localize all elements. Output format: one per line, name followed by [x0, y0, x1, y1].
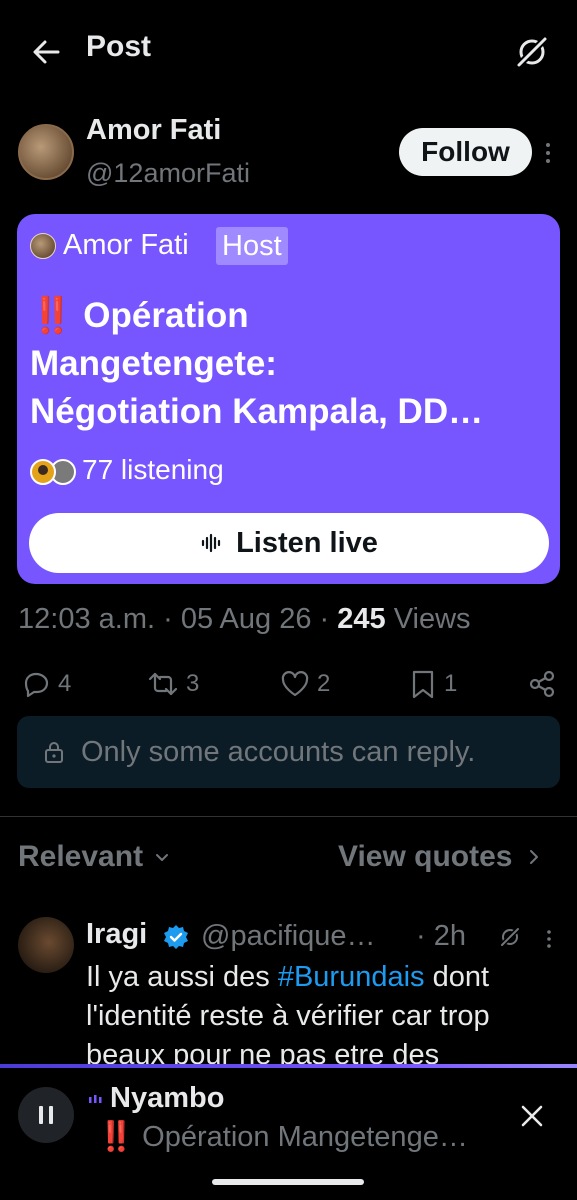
more-options-icon[interactable]	[544, 928, 554, 950]
like-count: 2	[317, 670, 331, 697]
separator: ·	[163, 603, 173, 635]
bookmark-button[interactable]: 1	[408, 666, 457, 702]
sort-relevant-dropdown[interactable]: Relevant	[18, 840, 171, 874]
reply-restriction-text: Only some accounts can reply.	[81, 735, 476, 768]
player-title: ‼️ Opération Mangetenge…	[98, 1121, 468, 1153]
listen-live-button[interactable]: Listen live	[29, 513, 549, 573]
arrow-left-icon[interactable]	[28, 34, 64, 70]
listener-avatars	[29, 458, 77, 486]
player-host: Nyambo	[88, 1082, 224, 1115]
audio-bars-icon	[88, 1092, 104, 1106]
view-quotes-label: View quotes	[338, 840, 513, 873]
pause-button[interactable]	[18, 1087, 74, 1143]
lock-icon	[43, 740, 65, 764]
player-progress-bar	[0, 1064, 577, 1068]
divider	[0, 816, 577, 817]
like-button[interactable]: 2	[279, 666, 330, 702]
post-meta: 12:03 a.m. · 05 Aug 26 · 245 Views	[18, 603, 471, 636]
hashtag-link[interactable]: #Burundais	[278, 961, 425, 993]
bookmark-icon	[408, 668, 438, 700]
chevron-down-icon	[153, 848, 171, 866]
chevron-right-icon	[527, 847, 541, 867]
host-name: Amor Fati	[63, 229, 189, 261]
verified-badge-icon	[162, 923, 190, 951]
views-label: Views	[393, 603, 471, 635]
more-options-icon[interactable]	[540, 140, 556, 166]
reply-time: · 2h	[416, 920, 466, 952]
share-icon	[526, 668, 558, 700]
reply-button[interactable]: 4	[20, 666, 71, 702]
author-handle[interactable]: @12amorFati	[86, 158, 250, 189]
bookmark-count: 1	[444, 670, 458, 697]
sort-relevant-label: Relevant	[18, 840, 144, 873]
heart-icon	[279, 668, 311, 700]
reply-count: 4	[58, 670, 72, 697]
listen-live-label: Listen live	[236, 526, 378, 559]
grok-icon[interactable]	[512, 32, 552, 72]
player-host-name: Nyambo	[110, 1082, 225, 1114]
repost-count: 3	[186, 670, 200, 697]
audio-wave-icon	[200, 531, 224, 555]
follow-button[interactable]: Follow	[399, 128, 532, 176]
pause-icon	[35, 1103, 57, 1127]
reply-text-part: Il ya aussi des	[86, 961, 278, 993]
reply-icon	[20, 668, 52, 700]
reply-author-name[interactable]: Iragi	[86, 918, 147, 951]
host-avatar	[30, 233, 56, 259]
grok-icon[interactable]	[497, 924, 523, 950]
share-button[interactable]	[526, 666, 558, 702]
host-badge: Host	[216, 227, 288, 265]
reply-author-handle[interactable]: @pacifique…	[201, 920, 376, 953]
reply-restriction-banner: Only some accounts can reply.	[17, 716, 560, 788]
post-date: 05 Aug 26	[180, 603, 312, 635]
reply-text: Il ya aussi des #Burundais dont l'identi…	[86, 958, 566, 1064]
author-name[interactable]: Amor Fati	[86, 114, 221, 147]
reply-avatar[interactable]	[18, 917, 74, 973]
post-time: 12:03 a.m.	[18, 603, 156, 635]
home-indicator[interactable]	[212, 1179, 364, 1185]
listening-count: 77 listening	[82, 454, 224, 485]
close-icon[interactable]	[518, 1102, 546, 1130]
separator: ·	[319, 603, 330, 635]
view-quotes-link[interactable]: View quotes	[338, 840, 541, 874]
repost-button[interactable]: 3	[146, 666, 199, 702]
space-title-line: Mangetengete:	[30, 344, 277, 383]
space-title-line: Négotiation Kampala, DD…	[30, 392, 484, 431]
author-avatar[interactable]	[18, 124, 74, 180]
space-title-line: ‼️ Opération	[30, 296, 249, 335]
views-count[interactable]: 245	[337, 603, 385, 635]
page-title: Post	[86, 30, 152, 63]
space-title: ‼️ Opération Mangetengete: Négotiation K…	[30, 292, 550, 436]
repost-icon	[146, 668, 180, 700]
